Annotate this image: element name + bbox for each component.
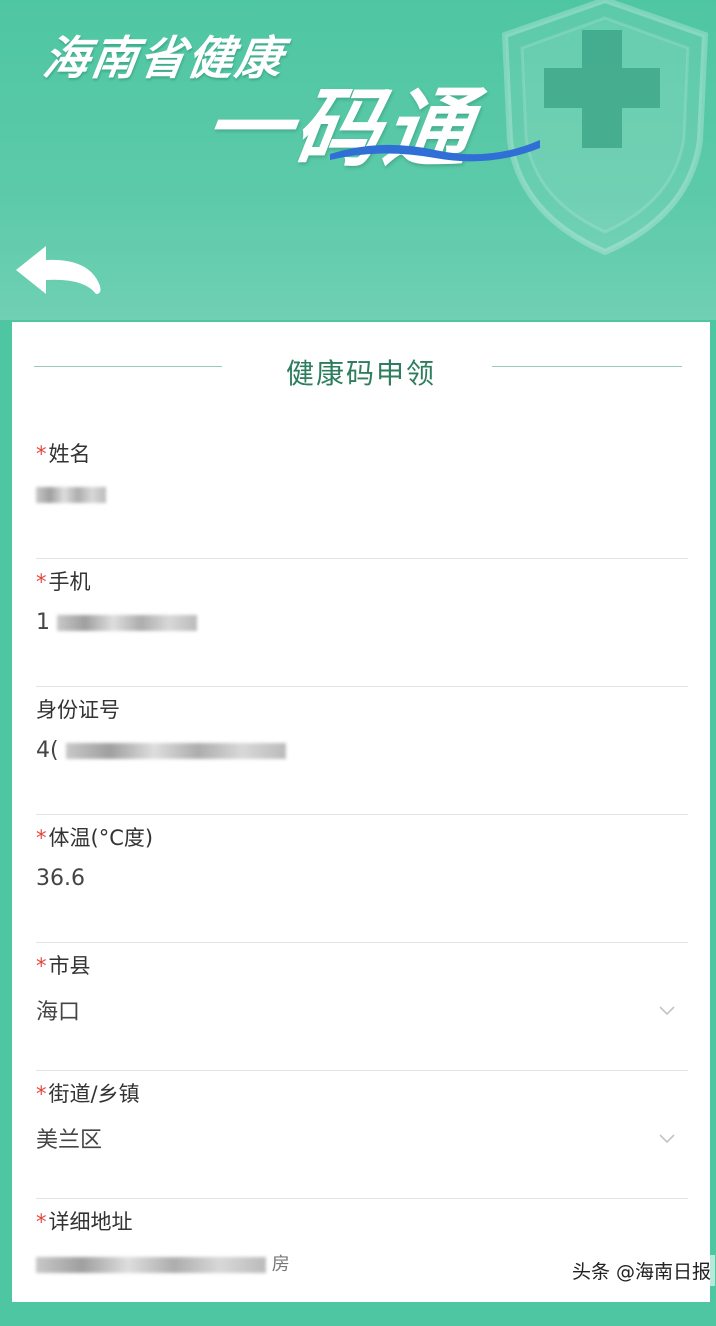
name-field[interactable]: *姓名: [36, 430, 688, 559]
id-number-label: 身份证号: [36, 698, 120, 722]
temperature-value[interactable]: 36.6: [36, 866, 85, 891]
required-mark: *: [36, 1082, 47, 1106]
name-value[interactable]: [36, 482, 106, 507]
required-mark: *: [36, 826, 47, 850]
address-label: *详细地址: [36, 1210, 133, 1234]
required-mark: *: [36, 442, 47, 466]
wave-decoration: [330, 140, 540, 162]
chevron-down-icon[interactable]: [658, 1130, 676, 1148]
city-label: *市县: [36, 954, 91, 978]
address-value[interactable]: 房: [36, 1250, 290, 1276]
source-watermark: 头条 @海南日报: [568, 1255, 716, 1286]
form-title: 健康码申领: [285, 357, 436, 390]
name-label: *姓名: [36, 442, 91, 466]
redacted-address: [36, 1257, 266, 1273]
city-field[interactable]: *市县 海口: [36, 942, 688, 1071]
redacted-id-number: [65, 743, 286, 759]
app-header: 海南省健康 一码通: [0, 0, 716, 320]
redacted-phone: [57, 615, 197, 631]
street-field[interactable]: *街道/乡镇 美兰区: [36, 1070, 688, 1199]
chevron-down-icon[interactable]: [658, 1002, 676, 1020]
temperature-label: *体温(°C度): [36, 826, 154, 850]
redacted-name: [36, 487, 106, 503]
id-number-field[interactable]: 身份证号 4(: [36, 686, 688, 815]
form-card: 健康码申领 *姓名 *手机 1 身份证号 4( *体温(°C度) 36.6 *市…: [12, 322, 710, 1302]
street-select-value[interactable]: 美兰区: [36, 1122, 102, 1154]
temperature-field[interactable]: *体温(°C度) 36.6: [36, 814, 688, 943]
required-mark: *: [36, 1210, 47, 1234]
required-mark: *: [36, 954, 47, 978]
id-number-value[interactable]: 4(: [36, 738, 286, 763]
required-mark: *: [36, 570, 47, 594]
back-arrow-icon[interactable]: [10, 242, 106, 302]
phone-field[interactable]: *手机 1: [36, 558, 688, 687]
phone-value[interactable]: 1: [36, 610, 197, 635]
phone-label: *手机: [36, 570, 91, 594]
street-label: *街道/乡镇: [36, 1082, 140, 1106]
city-select-value[interactable]: 海口: [36, 994, 80, 1026]
